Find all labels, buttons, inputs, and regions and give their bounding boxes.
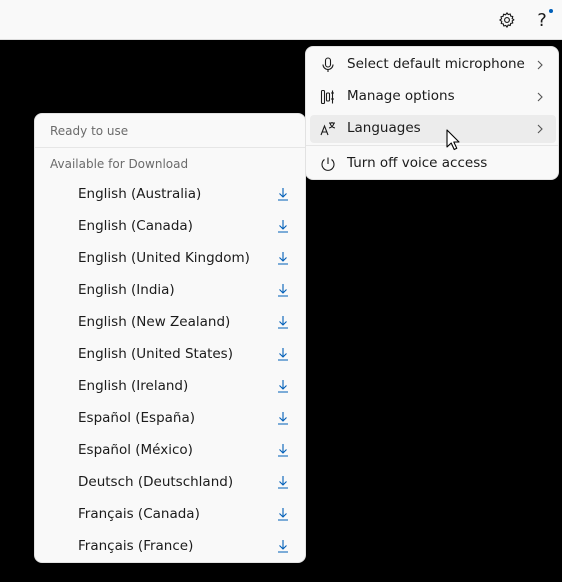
language-label: English (New Zealand) bbox=[78, 314, 231, 330]
language-label: English (Ireland) bbox=[78, 378, 189, 394]
language-label: English (India) bbox=[78, 282, 175, 298]
download-icon[interactable] bbox=[275, 250, 291, 266]
language-label: Español (México) bbox=[78, 442, 193, 458]
language-label: English (United Kingdom) bbox=[78, 250, 250, 266]
language-icon bbox=[320, 121, 336, 137]
language-item[interactable]: Español (España) bbox=[35, 402, 305, 434]
menu-item-select-microphone[interactable]: Select default microphone bbox=[310, 51, 556, 79]
menu-item-manage-options[interactable]: Manage options bbox=[310, 83, 556, 111]
download-icon[interactable] bbox=[275, 474, 291, 490]
download-icon[interactable] bbox=[275, 218, 291, 234]
chevron-right-icon bbox=[537, 92, 543, 102]
menu-item-label: Turn off voice access bbox=[347, 155, 488, 171]
language-item[interactable]: Español (México) bbox=[35, 434, 305, 466]
submenu-divider bbox=[35, 147, 305, 148]
language-item[interactable]: English (Ireland) bbox=[35, 370, 305, 402]
power-icon bbox=[320, 156, 336, 172]
language-label: Deutsch (Deutschland) bbox=[78, 474, 234, 490]
options-icon bbox=[320, 89, 336, 105]
language-label: Español (España) bbox=[78, 410, 196, 426]
help-label: ? bbox=[537, 9, 547, 31]
language-label: Français (France) bbox=[78, 538, 194, 554]
language-item[interactable]: English (United Kingdom) bbox=[35, 242, 305, 274]
app-window: ? Select default microphone Manage optio… bbox=[0, 0, 562, 582]
chevron-right-icon bbox=[537, 124, 543, 134]
menu-divider bbox=[306, 145, 558, 146]
menu-item-languages[interactable]: Languages bbox=[310, 115, 556, 143]
language-item[interactable]: English (United States) bbox=[35, 338, 305, 370]
settings-menu: Select default microphone Manage options bbox=[305, 46, 559, 180]
download-icon[interactable] bbox=[275, 506, 291, 522]
chevron-right-icon bbox=[537, 60, 543, 70]
language-item[interactable]: English (New Zealand) bbox=[35, 306, 305, 338]
language-item[interactable]: English (India) bbox=[35, 274, 305, 306]
language-label: English (Australia) bbox=[78, 186, 202, 202]
download-icon[interactable] bbox=[275, 442, 291, 458]
languages-submenu: Ready to use Available for Download Engl… bbox=[34, 113, 306, 563]
ready-to-use-header: Ready to use bbox=[50, 124, 129, 138]
notification-dot bbox=[549, 9, 553, 13]
download-icon[interactable] bbox=[275, 410, 291, 426]
language-list: English (Australia) English (Canada) Eng… bbox=[35, 178, 305, 562]
download-icon[interactable] bbox=[275, 186, 291, 202]
language-item[interactable]: English (Australia) bbox=[35, 178, 305, 210]
menu-item-label: Select default microphone bbox=[347, 56, 525, 72]
language-label: English (Canada) bbox=[78, 218, 193, 234]
available-for-download-header: Available for Download bbox=[50, 157, 189, 171]
download-icon[interactable] bbox=[275, 538, 291, 554]
top-toolbar: ? bbox=[0, 0, 562, 40]
language-label: English (United States) bbox=[78, 346, 233, 362]
language-item[interactable]: Français (France) bbox=[35, 530, 305, 562]
mouse-cursor-icon bbox=[446, 129, 460, 151]
language-item[interactable]: Deutsch (Deutschland) bbox=[35, 466, 305, 498]
microphone-icon bbox=[320, 57, 336, 73]
download-icon[interactable] bbox=[275, 314, 291, 330]
language-label: Français (Canada) bbox=[78, 506, 200, 522]
gear-icon bbox=[499, 12, 515, 28]
language-item[interactable]: English (Canada) bbox=[35, 210, 305, 242]
menu-item-label: Manage options bbox=[347, 88, 455, 104]
download-icon[interactable] bbox=[275, 346, 291, 362]
download-icon[interactable] bbox=[275, 378, 291, 394]
language-item[interactable]: Français (Canada) bbox=[35, 498, 305, 530]
settings-button[interactable] bbox=[493, 6, 521, 34]
menu-item-label: Languages bbox=[347, 120, 421, 136]
download-icon[interactable] bbox=[275, 282, 291, 298]
menu-item-turn-off-voice-access[interactable]: Turn off voice access bbox=[310, 150, 556, 178]
